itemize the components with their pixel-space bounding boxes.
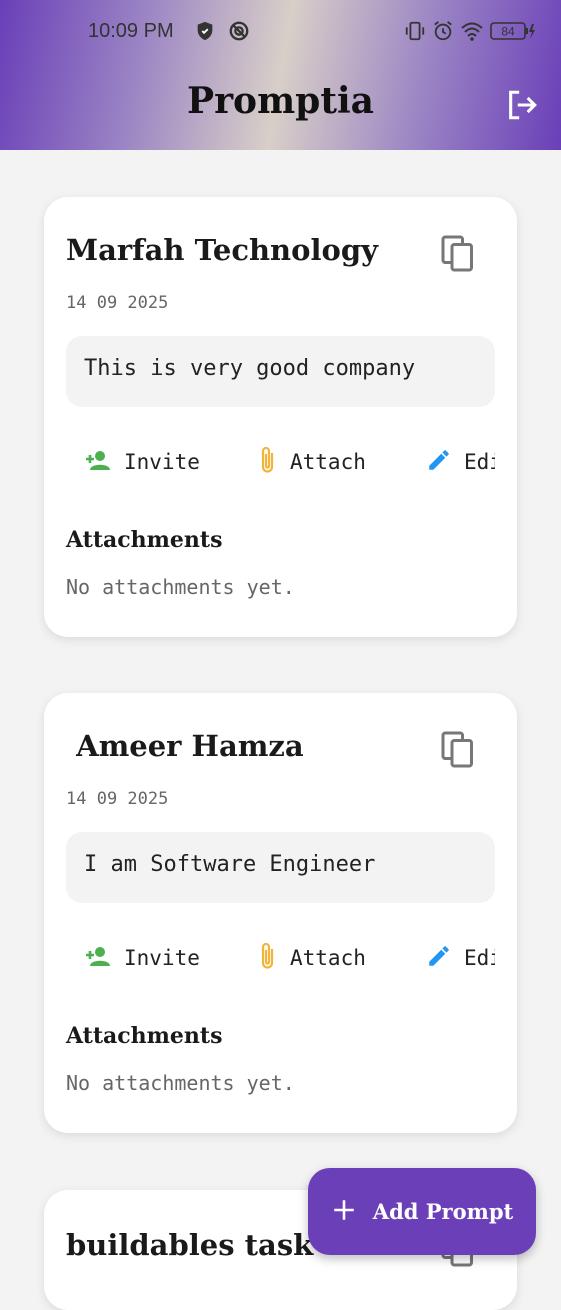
wifi-icon (460, 20, 484, 48)
battery-icon: 84 (490, 18, 536, 50)
paperclip-icon (258, 445, 278, 480)
invite-label: Invite (124, 946, 200, 970)
logout-icon[interactable] (505, 88, 539, 126)
invite-button[interactable]: Invite (84, 442, 200, 482)
copy-icon[interactable] (440, 235, 476, 279)
app-title: Promptia (187, 80, 374, 122)
card-actions: Invite Attach Edit (44, 442, 495, 482)
person-add-icon (84, 944, 112, 973)
invite-button[interactable]: Invite (84, 938, 200, 978)
shield-icon (194, 20, 216, 48)
attachments-heading: Attachments (66, 1023, 223, 1049)
edit-button[interactable]: Edit (426, 938, 495, 978)
prompt-card: Ameer Hamza 14 09 2025 I am Software Eng… (44, 693, 517, 1133)
add-prompt-label: Add Prompt (372, 1199, 514, 1224)
paperclip-icon (258, 941, 278, 976)
copy-icon[interactable] (440, 731, 476, 775)
app-header: 10:09 PM 84 Promptia (0, 0, 561, 150)
attachments-empty: No attachments yet. (66, 575, 295, 599)
vibrate-icon (404, 20, 426, 48)
attach-label: Attach (290, 450, 366, 474)
prompt-description-box: This is very good company (66, 336, 495, 407)
person-add-icon (84, 448, 112, 477)
attachments-empty: No attachments yet. (66, 1071, 295, 1095)
prompt-title: Ameer Hamza (66, 729, 304, 763)
attach-label: Attach (290, 946, 366, 970)
edit-label: Edit (464, 946, 495, 970)
prompt-date: 14 09 2025 (66, 293, 169, 313)
status-time: 10:09 PM (88, 20, 174, 42)
plus-icon (331, 1197, 357, 1227)
card-actions: Invite Attach Edit (44, 938, 495, 978)
alarm-icon (432, 20, 454, 48)
status-bar: 10:09 PM 84 (0, 14, 561, 50)
prompt-description-box: I am Software Engineer (66, 832, 495, 903)
prompt-date: 14 09 2025 (66, 789, 169, 809)
attach-button[interactable]: Attach (258, 442, 366, 482)
prompt-description: This is very good company (84, 356, 416, 381)
attach-button[interactable]: Attach (258, 938, 366, 978)
edit-label: Edit (464, 450, 495, 474)
edit-button[interactable]: Edit (426, 442, 495, 482)
prompt-card: Marfah Technology 14 09 2025 This is ver… (44, 197, 517, 637)
add-prompt-button[interactable]: Add Prompt (308, 1168, 536, 1255)
do-not-disturb-icon (228, 20, 250, 48)
battery-level: 84 (501, 25, 515, 39)
prompt-title: buildables task (66, 1228, 314, 1262)
invite-label: Invite (124, 450, 200, 474)
pencil-icon (426, 943, 452, 974)
pencil-icon (426, 447, 452, 478)
attachments-heading: Attachments (66, 527, 223, 553)
prompt-title: Marfah Technology (66, 233, 378, 267)
prompt-description: I am Software Engineer (84, 852, 376, 877)
